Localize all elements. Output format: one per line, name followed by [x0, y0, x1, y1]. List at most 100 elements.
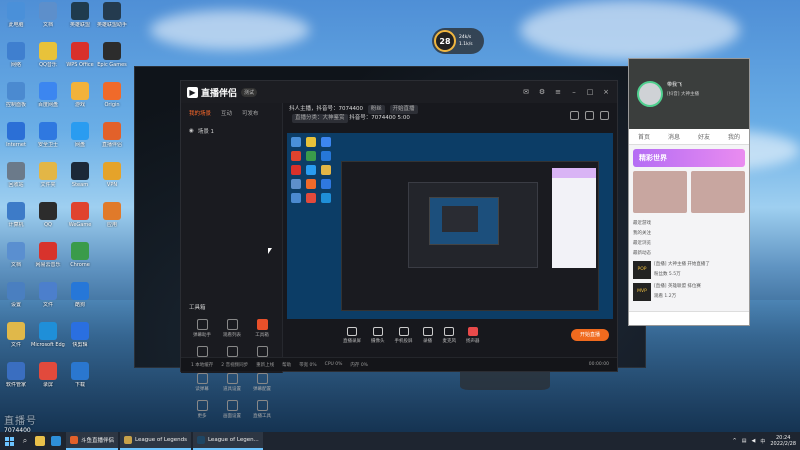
toolbox-item[interactable]: 弹幕配置: [247, 373, 277, 392]
tab-me[interactable]: 我的: [728, 132, 740, 141]
desktop-icon[interactable]: Internet: [0, 122, 32, 160]
photo-thumbnail[interactable]: [691, 171, 745, 213]
toolbox-item[interactable]: 画面设置: [217, 400, 247, 419]
tab-publish[interactable]: 可发布: [242, 109, 259, 117]
desktop-icon[interactable]: QQ音乐: [32, 42, 64, 80]
toolbox-item[interactable]: 更多: [187, 400, 217, 419]
desktop-icon[interactable]: 下载: [64, 362, 96, 400]
section-label[interactable]: 最近浏览: [633, 239, 745, 249]
chat-side-panel[interactable]: 带我飞 [抖音] 大神主播 首页 消息 好友 我的 精彩世界 最近游戏 我的关注…: [628, 58, 750, 326]
tab-home[interactable]: 首页: [638, 132, 650, 141]
desktop-icon[interactable]: 网络: [0, 42, 32, 80]
toolbox-item[interactable]: 观看列表: [217, 319, 247, 338]
tab-friends[interactable]: 好友: [698, 132, 710, 141]
search-icon[interactable]: ⌕: [18, 432, 32, 450]
start-live-button[interactable]: 开始直播: [571, 329, 609, 341]
desktop-icon[interactable]: 设置: [0, 282, 32, 320]
desktop-icon[interactable]: 快剪辑: [64, 322, 96, 360]
category-tag[interactable]: 直播分类：大神鉴赏: [292, 114, 348, 123]
message-icon[interactable]: ✉: [521, 87, 531, 97]
tab-interact[interactable]: 互动: [221, 109, 232, 117]
scene-item[interactable]: ◉ 场景 1: [189, 127, 274, 135]
desktop-icon[interactable]: 安全卫士: [32, 122, 64, 160]
list-item[interactable]: MVP [直播] 英雄联盟 排位赛 观看 1.2万: [633, 281, 745, 303]
desktop-icon[interactable]: 回收站: [0, 162, 32, 200]
desktop-icon[interactable]: 百度网盘: [32, 82, 64, 120]
list-item[interactable]: POP [直播] 大神主播 开始直播了 粉丝数 5.5万: [633, 259, 745, 281]
source-button[interactable]: 扬声器: [466, 326, 480, 344]
settings-icon[interactable]: ⚙: [537, 87, 547, 97]
section-label[interactable]: 最近游戏: [633, 219, 745, 229]
toolbox-item[interactable]: 读弹幕: [187, 373, 217, 392]
desktop-icon[interactable]: 文件: [0, 322, 32, 360]
edge-icon[interactable]: [48, 432, 64, 450]
fullscreen-icon[interactable]: [600, 111, 609, 120]
file-explorer-icon[interactable]: [32, 432, 48, 450]
promo-banner[interactable]: 精彩世界: [633, 149, 745, 167]
layout-icon[interactable]: [585, 111, 594, 120]
maximize-icon[interactable]: □: [585, 87, 595, 97]
stream-preview[interactable]: [287, 133, 613, 319]
source-button[interactable]: 录播: [422, 326, 433, 344]
desktop-icon[interactable]: Epic Games: [96, 42, 128, 80]
share-icon[interactable]: [570, 111, 579, 120]
clock[interactable]: 20:24 2022/2/28: [770, 435, 796, 447]
toolbox-item[interactable]: 弹幕助手: [187, 319, 217, 338]
chevron-up-icon[interactable]: ^: [733, 438, 737, 444]
tab-messages[interactable]: 消息: [668, 132, 680, 141]
desktop-icon[interactable]: 酷狗: [64, 282, 96, 320]
desktop-icon[interactable]: QQ: [32, 202, 64, 240]
desktop-icon[interactable]: 直播伴侣: [96, 122, 128, 160]
taskbar-task[interactable]: League of Legen...: [192, 432, 263, 450]
photo-thumbnail[interactable]: [633, 171, 687, 213]
taskbar-task[interactable]: 斗鱼直播伴侣: [66, 432, 119, 450]
source-button[interactable]: 直播录屏: [343, 326, 361, 344]
avatar[interactable]: [637, 81, 663, 107]
toolbox-item[interactable]: 直播工具: [247, 400, 277, 419]
source-button[interactable]: 麦克风: [443, 326, 456, 344]
desktop-icon[interactable]: Steam: [64, 162, 96, 200]
eye-icon[interactable]: ◉: [189, 128, 194, 134]
desktop-icon[interactable]: Microsoft Edge: [31, 322, 65, 360]
desktop-icon[interactable]: 游戏: [64, 82, 96, 120]
volume-icon[interactable]: ◀: [751, 438, 755, 444]
tab-my-scene[interactable]: 我的场景: [189, 109, 211, 117]
status-item[interactable]: 重新上线: [256, 362, 274, 368]
streaming-app-window[interactable]: ▶ 直播伴侣 测试 ✉ ⚙ ≡ – □ × 我的场景 互动 可发布 ◉ 场景 1: [180, 80, 618, 419]
taskbar-task[interactable]: League of Legends: [120, 432, 191, 450]
start-button[interactable]: [0, 432, 18, 450]
minimize-icon[interactable]: –: [569, 87, 579, 97]
desktop-icon[interactable]: 英雄联盟助手: [96, 2, 128, 40]
desktop-icon[interactable]: 计算机: [0, 202, 32, 240]
desktop-icon[interactable]: 英雄联盟: [64, 2, 96, 40]
desktop-icon[interactable]: 网易云音乐: [32, 242, 64, 280]
desktop-icon[interactable]: 文档: [0, 242, 32, 280]
desktop-icon[interactable]: Chrome: [64, 242, 96, 280]
desktop-icon[interactable]: WeGame: [64, 202, 96, 240]
status-item[interactable]: 帮助: [282, 362, 291, 368]
desktop-icon[interactable]: 文件: [32, 282, 64, 320]
source-button[interactable]: 手机投屏: [395, 326, 413, 344]
source-button[interactable]: 摄像头: [371, 326, 385, 344]
network-icon[interactable]: ▤: [742, 438, 747, 444]
desktop-icon[interactable]: 网盘: [64, 122, 96, 160]
toolbox-item[interactable]: 工具箱: [247, 319, 277, 338]
desktop-icon[interactable]: 录屏: [32, 362, 64, 400]
ime-indicator[interactable]: 中: [760, 438, 765, 445]
desktop-icon[interactable]: 应用: [96, 202, 128, 240]
desktop-icon[interactable]: VPN: [96, 162, 128, 200]
toolbox-item[interactable]: 道具设置: [217, 373, 247, 392]
menu-icon[interactable]: ≡: [553, 87, 563, 97]
start-tag[interactable]: 开始直播: [389, 105, 418, 114]
desktop-icon[interactable]: 文档: [32, 2, 64, 40]
desktop-icon[interactable]: 控制面板: [0, 82, 32, 120]
desktop-icon[interactable]: WPS Office: [64, 42, 96, 80]
desktop-icon[interactable]: 软件管家: [0, 362, 32, 400]
section-label[interactable]: 我的关注: [633, 229, 745, 239]
desktop-icon[interactable]: 此电脑: [0, 2, 32, 40]
close-icon[interactable]: ×: [601, 87, 611, 97]
desktop-icon[interactable]: 文件夹: [32, 162, 64, 200]
desktop-icon-label: 文件夹: [40, 182, 56, 188]
desktop-icon[interactable]: Origin: [96, 82, 128, 120]
network-speed-widget[interactable]: 28 24k/s 1.1k/s: [432, 28, 484, 54]
